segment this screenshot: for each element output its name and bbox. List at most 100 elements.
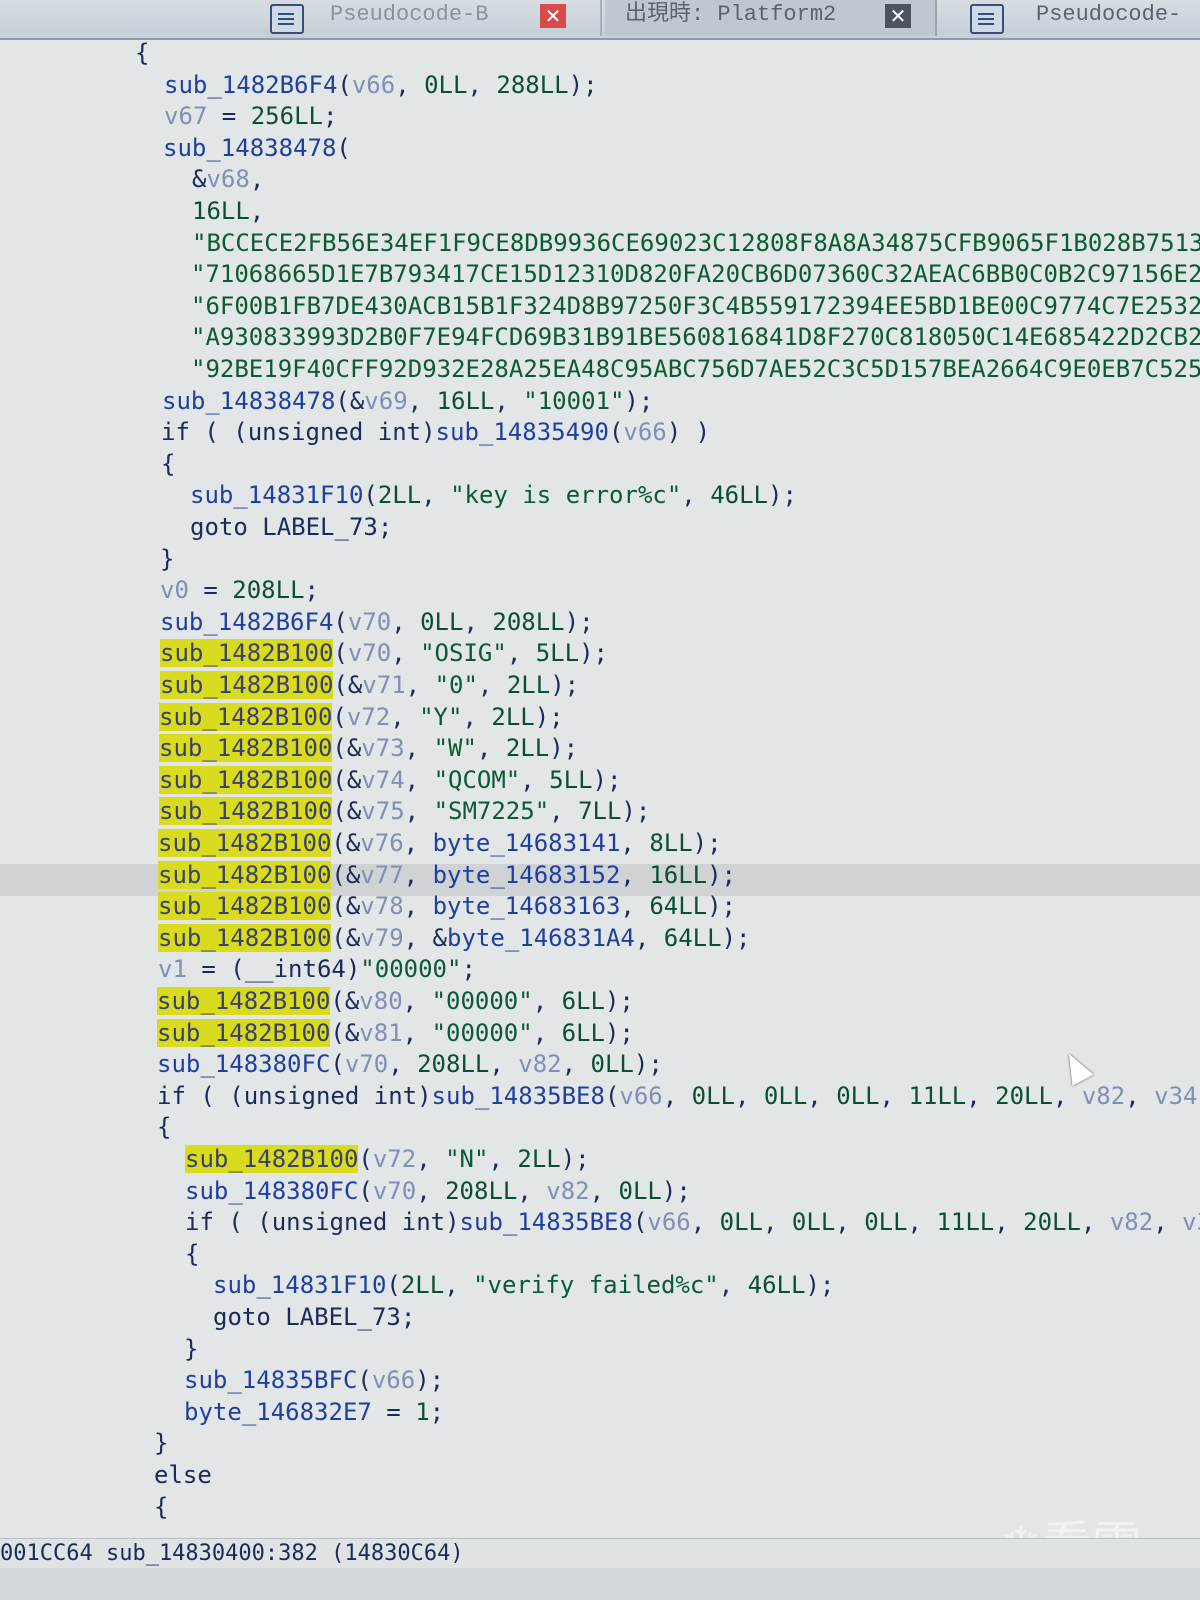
code-token[interactable]: v0 — [160, 576, 189, 604]
code-token[interactable]: sub_1482B100 — [158, 829, 332, 857]
code-token[interactable]: sub_14835490 — [436, 418, 609, 446]
code-token[interactable]: v34 — [1182, 1208, 1200, 1236]
code-line[interactable]: sub_1482B100(&v76, byte_14683141, 8LL); — [158, 828, 722, 858]
code-token[interactable]: sub_14838478 — [163, 134, 336, 162]
code-line[interactable]: if ( (unsigned int)sub_14835BE8(v66, 0LL… — [157, 1081, 1200, 1111]
code-token[interactable]: v70 — [345, 1050, 388, 1078]
code-line[interactable]: sub_1482B100(v72, "N", 2LL); — [185, 1144, 590, 1174]
code-token[interactable]: sub_14831F10 — [213, 1271, 386, 1299]
code-token[interactable]: v74 — [361, 766, 404, 794]
code-line[interactable]: "71068665D1E7B793417CE15D12310D820FA20CB… — [191, 259, 1200, 289]
code-token[interactable]: sub_14831F10 — [190, 481, 363, 509]
code-line[interactable]: } — [184, 1334, 198, 1364]
code-token[interactable]: byte_14683152 — [433, 861, 621, 889]
code-token[interactable]: byte_14683141 — [433, 829, 621, 857]
code-line[interactable]: { — [135, 38, 149, 68]
code-token[interactable]: sub_1482B100 — [159, 765, 333, 794]
code-line[interactable]: if ( (unsigned int)sub_14835BE8(v66, 0LL… — [185, 1207, 1200, 1237]
code-line[interactable]: { — [154, 1492, 168, 1522]
code-token[interactable]: sub_1482B100 — [157, 987, 331, 1015]
code-token[interactable]: v70 — [373, 1177, 416, 1205]
code-token[interactable]: byte_146832E7 — [184, 1398, 372, 1426]
code-line[interactable]: sub_1482B100(&v77, byte_14683152, 16LL); — [158, 860, 736, 890]
code-line[interactable]: sub_1482B100(&v81, "00000", 6LL); — [157, 1018, 634, 1048]
code-token[interactable]: v34 — [1154, 1082, 1197, 1110]
code-line[interactable]: sub_14831F10(2LL, "verify failed%c", 46L… — [213, 1270, 834, 1300]
code-token[interactable]: byte_14683163 — [433, 892, 621, 920]
code-line[interactable]: "92BE19F40CFF92D932E28A25EA48C95ABC756D7… — [191, 354, 1200, 384]
code-token[interactable]: sub_1482B100 — [160, 671, 334, 699]
pseudocode-view[interactable]: { sub_1482B6F4(v66, 0LL, 288LL); v67 = 256… — [0, 38, 1200, 1538]
code-token[interactable]: sub_148380FC — [157, 1050, 330, 1078]
code-line[interactable]: } — [160, 544, 174, 574]
code-line[interactable]: sub_1482B100(&v71, "0", 2LL); — [160, 670, 579, 700]
code-line[interactable]: { — [157, 1112, 171, 1142]
code-line[interactable]: sub_148380FC(v70, 208LL, v82, 0LL); — [157, 1049, 663, 1079]
code-token[interactable]: v82 — [518, 1050, 561, 1078]
code-line[interactable]: sub_1482B100(&v75, "SM7225", 7LL); — [159, 796, 650, 826]
code-line[interactable]: sub_14838478(&v69, 16LL, "10001"); — [162, 386, 653, 416]
code-token[interactable]: sub_14835BFC — [184, 1366, 357, 1394]
code-token[interactable]: sub_1482B100 — [185, 1145, 359, 1173]
code-token[interactable]: v73 — [361, 734, 404, 762]
code-token[interactable]: v66 — [352, 71, 395, 99]
code-line[interactable]: sub_1482B100(&v73, "W", 2LL); — [159, 733, 578, 763]
code-line[interactable]: sub_1482B100(v70, "OSIG", 5LL); — [160, 638, 608, 668]
code-token[interactable]: byte_146831A4 — [447, 924, 635, 952]
code-line[interactable]: sub_14831F10(2LL, "key is error%c", 46LL… — [190, 480, 797, 510]
code-line[interactable]: v0 = 208LL; — [160, 575, 319, 605]
code-token[interactable]: sub_1482B100 — [158, 860, 332, 889]
code-token[interactable]: v72 — [347, 703, 390, 731]
code-token[interactable]: v66 — [372, 1366, 415, 1394]
code-token[interactable]: v76 — [360, 829, 403, 857]
code-token[interactable]: v66 — [619, 1082, 662, 1110]
code-token[interactable]: v72 — [373, 1145, 416, 1173]
code-line[interactable]: "A930833993D2B0F7E94FCD69B31B91BE5608168… — [191, 322, 1200, 352]
code-line[interactable]: 16LL, — [192, 196, 264, 226]
code-line[interactable]: sub_14838478( — [163, 133, 351, 163]
code-line[interactable]: } — [154, 1428, 168, 1458]
code-token[interactable]: sub_1482B6F4 — [164, 71, 337, 99]
code-token[interactable]: v1 — [158, 955, 187, 983]
code-line[interactable]: byte_146832E7 = 1; — [184, 1397, 444, 1427]
code-line[interactable]: sub_1482B100(&v79, &byte_146831A4, 64LL)… — [158, 923, 750, 953]
code-token[interactable]: sub_1482B100 — [158, 892, 332, 921]
code-line[interactable]: v1 = (__int64)"00000"; — [158, 954, 476, 984]
code-line[interactable]: sub_1482B100(&v78, byte_14683163, 64LL); — [158, 891, 736, 921]
code-line[interactable]: sub_148380FC(v70, 208LL, v82, 0LL); — [185, 1176, 691, 1206]
code-token[interactable]: v82 — [546, 1177, 589, 1205]
code-line[interactable]: { — [161, 449, 175, 479]
code-token[interactable]: sub_1482B100 — [159, 797, 333, 826]
code-token[interactable]: v67 — [164, 102, 207, 130]
code-token[interactable]: sub_1482B100 — [157, 1018, 331, 1047]
code-token[interactable]: v77 — [360, 861, 403, 889]
tab-platform2[interactable]: 出現時: Platform2 ✕ — [605, 0, 937, 36]
code-token[interactable]: sub_1482B100 — [158, 923, 332, 952]
code-line[interactable]: sub_1482B6F4(v66, 0LL, 288LL); — [164, 70, 598, 100]
code-token[interactable]: sub_14835BE8 — [432, 1082, 605, 1110]
close-icon[interactable]: ✕ — [540, 4, 566, 28]
code-token[interactable]: v66 — [647, 1208, 690, 1236]
code-token[interactable]: v71 — [362, 671, 405, 699]
code-token[interactable]: sub_148380FC — [185, 1177, 358, 1205]
code-line[interactable]: goto LABEL_73; — [213, 1302, 415, 1332]
code-line[interactable]: v67 = 256LL; — [164, 101, 337, 131]
code-line[interactable]: "BCCECE2FB56E34EF1F9CE8DB9936CE69023C128… — [192, 228, 1200, 258]
code-token[interactable]: v70 — [348, 639, 391, 667]
code-token[interactable]: sub_1482B6F4 — [160, 608, 333, 636]
code-token[interactable]: sub_14838478 — [162, 387, 335, 415]
code-token[interactable]: v69 — [364, 387, 407, 415]
code-token[interactable]: v70 — [348, 608, 391, 636]
code-token[interactable]: v80 — [359, 987, 402, 1015]
code-token[interactable]: sub_1482B100 — [159, 702, 333, 731]
code-token[interactable]: v68 — [206, 165, 249, 193]
code-token[interactable]: sub_14835BE8 — [460, 1208, 633, 1236]
code-line[interactable]: sub_1482B6F4(v70, 0LL, 208LL); — [160, 607, 594, 637]
code-line[interactable]: sub_1482B100(&v80, "00000", 6LL); — [157, 986, 634, 1016]
code-token[interactable]: sub_1482B100 — [159, 734, 333, 763]
code-token[interactable]: sub_1482B100 — [160, 639, 334, 668]
code-line[interactable]: sub_14835BFC(v66); — [184, 1365, 444, 1395]
code-token[interactable]: v79 — [360, 924, 403, 952]
code-line[interactable]: if ( (unsigned int)sub_14835490(v66) ) — [161, 417, 710, 447]
code-line[interactable]: else — [154, 1460, 212, 1490]
